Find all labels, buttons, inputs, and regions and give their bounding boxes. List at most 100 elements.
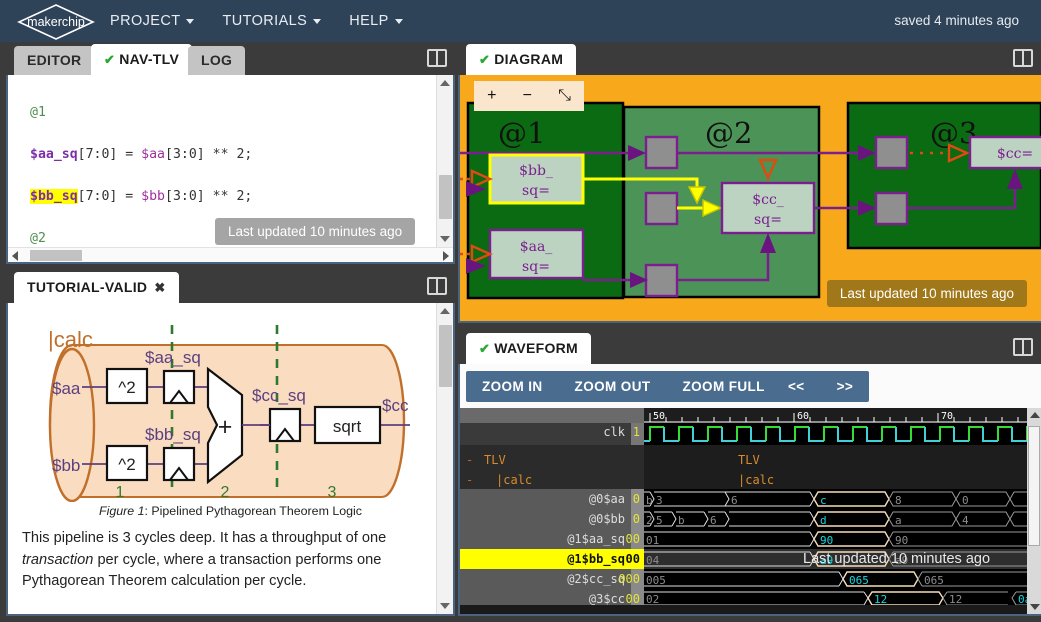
zoom-in-icon[interactable]: + — [487, 87, 496, 105]
diagram-stage-at1: @1 — [498, 116, 545, 150]
wave-value-aa-5: 0 — [962, 494, 969, 507]
editor-body[interactable]: @1 $aa_sq[7:0] = $aa[3:0] ** 2; $bb_sq[7… — [8, 75, 453, 262]
scope-label-calc: |calc — [496, 473, 532, 487]
diagram-node-bb-sq-line1: $bb_ — [519, 163, 553, 179]
diagram-body[interactable]: + − ⤡ @1 @2 @3 $bb_ sq= $aa_ sq= $cc_ sq… — [460, 75, 1041, 321]
scope-expander-tlv: - — [466, 453, 473, 467]
wave-value-aa-4: 8 — [895, 494, 902, 507]
tab-log-label: LOG — [201, 52, 233, 68]
waveform-tabbar: ✔ WAVEFORM — [458, 331, 1041, 364]
makerchip-logo[interactable]: makerchip — [16, 0, 96, 42]
nav-item-project[interactable]: PROJECT — [96, 0, 208, 42]
waveform-canvas[interactable]: 50 60 70 clk 1 - TLV - |calc TLV |calc @… — [460, 408, 1041, 614]
figure-block-add: + — [218, 413, 233, 441]
split-pane-icon[interactable] — [427, 277, 447, 295]
step-back-button[interactable]: << — [772, 371, 821, 402]
figure-stage-3: 3 — [328, 484, 337, 501]
waveform-body[interactable]: ZOOM IN ZOOM OUT ZOOM FULL << >> 50 60 7… — [460, 364, 1041, 614]
wave-value-cc-0: 02 — [646, 593, 659, 605]
makerchip-app: makerchip PROJECT TUTORIALS HELP saved 4… — [0, 0, 1041, 622]
saved-status: saved 4 minutes ago — [894, 13, 1019, 28]
wave-value-aa-1: 3 — [656, 494, 663, 507]
editor-horizontal-scrollbar[interactable] — [8, 247, 453, 262]
tab-tutorial-valid-label: TUTORIAL-VALID — [27, 279, 148, 295]
split-pane-icon[interactable] — [1013, 49, 1033, 67]
check-icon: ✔ — [479, 341, 491, 356]
fit-screen-icon[interactable]: ⤡ — [558, 87, 571, 105]
wave-value-aa-2: 6 — [731, 494, 738, 507]
wave-value-bb-sq-2: a9 — [895, 554, 908, 567]
tab-editor[interactable]: EDITOR — [14, 46, 95, 75]
split-pane-icon[interactable] — [1013, 338, 1033, 356]
signal-name-aa: @0$aa — [589, 492, 625, 506]
zoom-in-button[interactable]: ZOOM IN — [466, 371, 559, 402]
figure-label-aa: $aa — [52, 379, 81, 398]
tab-log[interactable]: LOG — [188, 46, 246, 75]
signal-name-bb: @0$bb — [589, 512, 625, 526]
diagram-panel: ✔ DIAGRAM + − ⤡ @1 @2 @3 $bb_ sq= $aa_ s… — [458, 42, 1041, 323]
wave-value-aa-sq-2: 90 — [895, 534, 908, 547]
scroll-down-icon[interactable] — [440, 603, 450, 609]
diagram-node-aa-sq-line2: sq= — [522, 259, 550, 275]
wave-value-bb-5: a — [895, 514, 902, 527]
wave-value-bb-2: b — [678, 514, 685, 527]
wave-value-bb-3: 6 — [710, 514, 717, 527]
figure-caption: Figure 1: Pipelined Pythagorean Theorem … — [8, 504, 453, 518]
nav-item-project-label: PROJECT — [110, 13, 181, 29]
wave-value-aa-sq-0: 01 — [646, 534, 659, 547]
close-icon[interactable]: ✖ — [154, 280, 165, 295]
scroll-up-icon[interactable] — [440, 308, 450, 314]
tutorial-vscroll-thumb[interactable] — [439, 325, 452, 387]
scroll-right-icon[interactable] — [443, 251, 449, 261]
chevron-down-icon — [394, 18, 403, 24]
waveform-vscroll-thumb[interactable] — [1028, 426, 1040, 546]
tab-waveform[interactable]: ✔ WAVEFORM — [466, 333, 592, 364]
tutorial-text-emphasis: transaction — [22, 551, 94, 568]
scroll-down-icon[interactable] — [1030, 604, 1040, 610]
figure-label-aa-sq: $aa_sq — [145, 348, 201, 367]
scroll-down-icon[interactable] — [440, 236, 450, 242]
tab-nav-tlv[interactable]: ✔ NAV-TLV — [91, 44, 193, 75]
figure-label-bb: $bb — [52, 456, 80, 475]
figure-block-sqrt: sqrt — [333, 417, 362, 436]
figure-stage-1: 1 — [116, 484, 125, 501]
scroll-up-icon[interactable] — [440, 80, 450, 86]
zoom-full-button[interactable]: ZOOM FULL — [667, 371, 781, 402]
diagram-node-cc: $cc= — [997, 146, 1033, 162]
waveform-vertical-scrollbar[interactable] — [1027, 408, 1041, 614]
editor-hscroll-thumb[interactable] — [30, 250, 82, 261]
split-pane-icon[interactable] — [427, 49, 447, 67]
waveform-toolbar: ZOOM IN ZOOM OUT ZOOM FULL << >> — [460, 364, 1041, 408]
signal-name-cc: @3$cc — [589, 592, 625, 605]
nav-item-tutorials[interactable]: TUTORIALS — [208, 0, 335, 42]
scroll-left-icon[interactable] — [12, 251, 18, 261]
signal-value-aa-sq: 00 — [626, 532, 640, 546]
scope-waveform-label-tlv: TLV — [738, 453, 760, 467]
nav-button-group: << >> — [772, 371, 870, 402]
tutorial-body[interactable]: |calc ^2 ^2 + sqrt $aa $bb $aa_sq $bb_sq… — [8, 303, 453, 614]
tab-tutorial-valid[interactable]: TUTORIAL-VALID ✖ — [14, 272, 179, 303]
tab-nav-tlv-label: NAV-TLV — [119, 51, 180, 67]
figure-block-pow2-b: ^2 — [118, 455, 135, 474]
zoom-out-icon[interactable]: − — [523, 87, 532, 105]
signal-name-cc-sq: @2$cc_sq — [567, 572, 625, 586]
tutorial-vertical-scrollbar[interactable] — [436, 303, 453, 614]
signal-value-cc-sq: 000 — [618, 572, 640, 586]
scroll-up-icon[interactable] — [1030, 412, 1040, 418]
figure-label-cc-sq: $cc_sq — [252, 386, 306, 405]
nav-item-help[interactable]: HELP — [335, 0, 416, 42]
editor-vscroll-thumb[interactable] — [439, 175, 452, 219]
zoom-out-button[interactable]: ZOOM OUT — [559, 371, 667, 402]
tab-diagram[interactable]: ✔ DIAGRAM — [466, 44, 577, 75]
wave-value-cc-2: 12 — [949, 593, 962, 605]
signal-value-aa: 0 — [633, 492, 640, 506]
diagram-toolbar: + − ⤡ — [474, 81, 584, 111]
diagram-tabbar: ✔ DIAGRAM — [458, 42, 1041, 75]
editor-vertical-scrollbar[interactable] — [436, 75, 453, 247]
wave-value-bb-sq-1: a9 — [820, 554, 833, 567]
figure-pipeline-name: |calc — [48, 327, 93, 352]
editor-tabbar: EDITOR ✔ NAV-TLV LOG — [6, 42, 455, 75]
wave-value-bb-0: 2 — [646, 514, 653, 527]
figure-block-pow2-a: ^2 — [118, 378, 135, 397]
step-forward-button[interactable]: >> — [821, 371, 870, 402]
